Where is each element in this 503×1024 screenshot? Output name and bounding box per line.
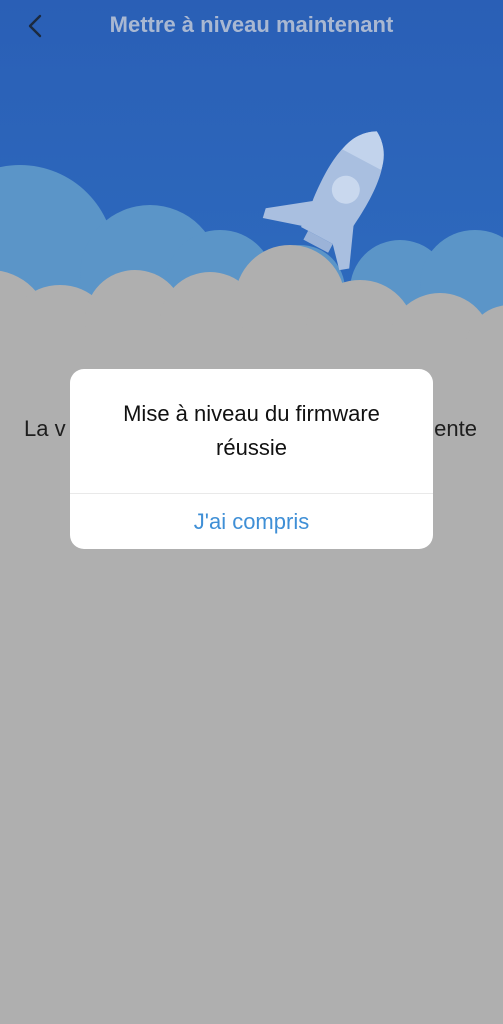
dialog-message-line1: Mise à niveau du firmware bbox=[123, 401, 380, 426]
page-title: Mettre à niveau maintenant bbox=[109, 12, 394, 37]
hero-illustration bbox=[0, 0, 503, 420]
dialog-message-line2: réussie bbox=[216, 435, 287, 460]
dialog-message: Mise à niveau du firmware réussie bbox=[84, 397, 419, 465]
sky-scene bbox=[0, 0, 503, 420]
chevron-left-icon bbox=[28, 14, 42, 38]
top-bar: Mettre à niveau maintenant bbox=[0, 0, 503, 52]
background-text-right: ente bbox=[434, 416, 477, 441]
back-button[interactable] bbox=[18, 8, 54, 44]
upgrade-screen: Mettre à niveau maintenant La v ente Mis… bbox=[0, 0, 503, 1024]
success-dialog: Mise à niveau du firmware réussie J'ai c… bbox=[70, 369, 433, 549]
confirm-button[interactable]: J'ai compris bbox=[70, 494, 433, 549]
background-text-left: La v bbox=[24, 416, 66, 441]
